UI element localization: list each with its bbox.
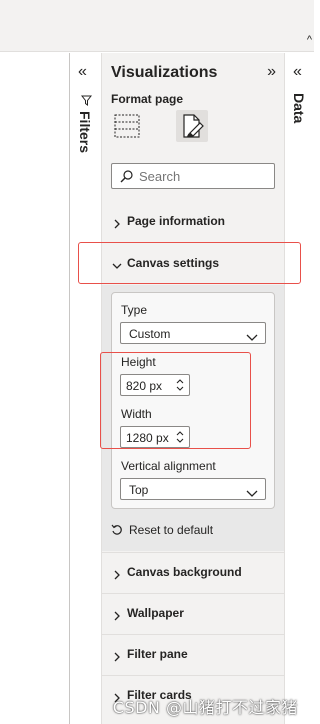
expand-data-icon[interactable]: « xyxy=(293,63,302,81)
type-label: Type xyxy=(121,303,148,317)
chevron-right-icon xyxy=(112,649,122,662)
section-label: Canvas background xyxy=(127,565,242,579)
reset-icon xyxy=(111,524,123,539)
type-value: Custom xyxy=(129,327,171,341)
funnel-icon xyxy=(80,93,93,111)
vertical-alignment-label: Vertical alignment xyxy=(121,459,216,473)
type-dropdown[interactable]: Custom xyxy=(120,322,266,344)
section-page-information[interactable]: Page information xyxy=(102,202,284,242)
report-canvas[interactable] xyxy=(0,53,70,724)
collapse-visualizations-icon[interactable]: » xyxy=(267,63,276,81)
search-field[interactable] xyxy=(111,163,275,189)
section-wallpaper[interactable]: Wallpaper xyxy=(102,593,284,633)
chevron-right-icon xyxy=(112,216,122,229)
chevron-right-icon xyxy=(112,567,122,580)
data-label[interactable]: Data xyxy=(291,93,307,123)
watermark: CSDN @山猪打不过家猪 xyxy=(112,698,298,717)
section-label: Filter pane xyxy=(127,647,188,661)
data-pane: « Data xyxy=(284,53,314,724)
highlight-box-canvas-settings xyxy=(78,242,301,284)
search-input[interactable] xyxy=(139,167,269,185)
chevron-right-icon xyxy=(112,608,122,621)
visualizations-title: Visualizations xyxy=(111,64,218,81)
collapse-ribbon-icon[interactable]: ^ xyxy=(307,34,312,46)
section-label: Wallpaper xyxy=(127,606,184,620)
filters-label[interactable]: Filters xyxy=(77,111,93,153)
filters-pane: « Filters xyxy=(70,53,102,724)
top-ribbon: ^ xyxy=(0,0,314,52)
chevron-down-icon xyxy=(246,485,258,503)
format-page-label: Format page xyxy=(111,92,184,106)
format-paintbrush-icon[interactable] xyxy=(176,110,208,142)
vertical-alignment-value: Top xyxy=(129,483,149,497)
build-visual-icon[interactable] xyxy=(114,114,140,138)
section-canvas-background[interactable]: Canvas background xyxy=(102,552,284,592)
expand-filters-icon[interactable]: « xyxy=(78,63,87,81)
section-label: Page information xyxy=(127,214,226,228)
section-filter-pane[interactable]: Filter pane xyxy=(102,634,284,674)
reset-label: Reset to default xyxy=(129,523,214,537)
highlight-box-dimensions xyxy=(100,352,251,449)
chevron-down-icon xyxy=(246,329,258,347)
vertical-alignment-dropdown[interactable]: Top xyxy=(120,478,266,500)
search-icon xyxy=(120,170,133,188)
